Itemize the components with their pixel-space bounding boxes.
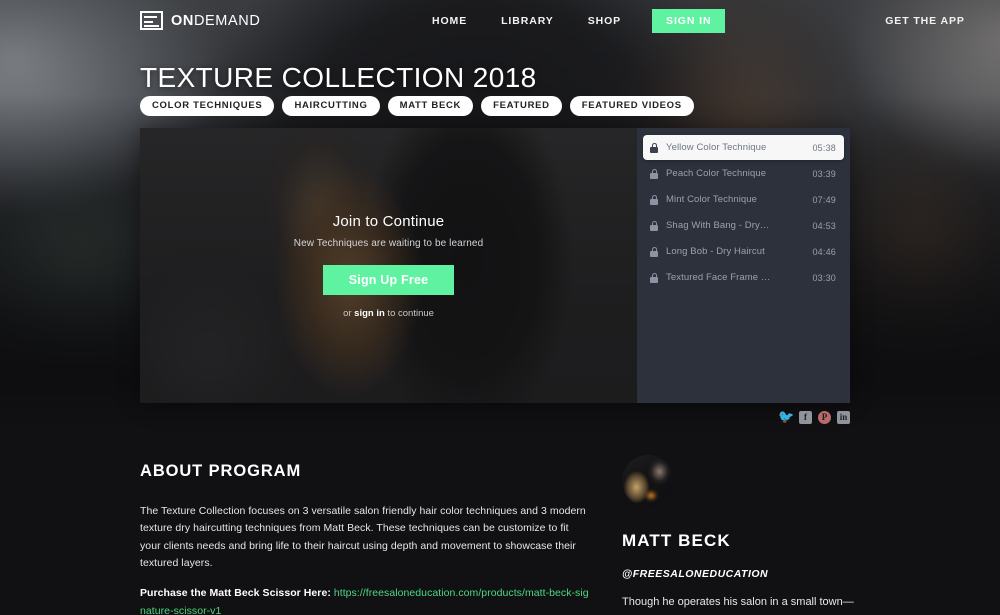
playlist-item-duration: 03:39	[812, 168, 836, 179]
pinterest-icon[interactable]: P	[818, 411, 831, 424]
paywall-title: Join to Continue	[332, 212, 445, 230]
lock-icon	[650, 194, 658, 205]
about-program-block: ABOUT PROGRAM The Texture Collection foc…	[140, 462, 590, 615]
playlist-item[interactable]: Peach Color Technique 03:39	[643, 161, 844, 186]
nav-links: HOME LIBRARY SHOP SIGN IN	[415, 0, 726, 42]
playlist-item-title: Yellow Color Technique	[666, 142, 767, 153]
social-share-bar: 🐦 f P in	[778, 411, 850, 424]
playlist-item-title: Long Bob - Dry Haircut	[666, 246, 765, 257]
playlist-item[interactable]: Mint Color Technique 07:49	[643, 187, 844, 212]
lock-icon	[650, 272, 658, 283]
lock-icon	[650, 220, 658, 231]
fse-logo-icon	[140, 11, 163, 30]
instructor-bio-text: Though he operates his salon in a small …	[622, 596, 854, 615]
tag-list: COLOR TECHNIQUES HAIRCUTTING MATT BECK F…	[140, 96, 694, 116]
playlist-item-title: Mint Color Technique	[666, 194, 758, 205]
content-section: ABOUT PROGRAM The Texture Collection foc…	[0, 430, 1000, 615]
playlist-item-duration: 04:53	[812, 220, 836, 231]
about-paragraph: The Texture Collection focuses on 3 vers…	[140, 505, 586, 569]
tag-haircutting[interactable]: HAIRCUTTING	[282, 96, 380, 116]
instructor-bio-block: MATT BECK @FREESALONEDUCATION Though he …	[622, 455, 872, 615]
playlist-item-duration: 04:46	[812, 246, 836, 257]
playlist-item[interactable]: Shag With Bang - Dry… 04:53	[643, 213, 844, 238]
page-title: TEXTURE COLLECTION 2018	[140, 62, 537, 93]
avatar[interactable]	[622, 455, 674, 507]
about-purchase-line: Purchase the Matt Beck Scissor Here: htt…	[140, 585, 590, 615]
playlist-item-duration: 07:49	[812, 194, 836, 205]
playlist-item-title: Shag With Bang - Dry…	[666, 220, 770, 231]
twitter-icon[interactable]: 🐦	[778, 411, 794, 424]
playlist-item-duration: 03:30	[812, 272, 836, 283]
nav-right-group: GET THE APP	[850, 0, 1000, 42]
nav-item-library[interactable]: LIBRARY	[484, 15, 571, 27]
lock-icon	[650, 168, 658, 179]
playlist-item-duration: 05:38	[812, 142, 836, 153]
facebook-icon[interactable]: f	[799, 411, 812, 424]
logo-text-light: DEMAND	[193, 12, 261, 29]
lock-icon	[650, 246, 658, 257]
tag-matt-beck[interactable]: MATT BECK	[387, 96, 474, 116]
playlist-item[interactable]: Textured Face Frame … 03:30	[643, 265, 844, 290]
get-the-app-link[interactable]: GET THE APP	[885, 15, 965, 27]
tag-featured[interactable]: FEATURED	[481, 96, 562, 116]
video-playlist[interactable]: Yellow Color Technique 05:38 Peach Color…	[637, 128, 850, 403]
playlist-item-title: Textured Face Frame …	[666, 272, 771, 283]
paywall-overlay: Join to Continue New Techniques are wait…	[140, 128, 637, 403]
brand-logo[interactable]: ONDEMAND	[140, 11, 260, 30]
nav-item-shop[interactable]: SHOP	[571, 15, 638, 27]
avatar-image	[622, 455, 674, 507]
instructor-name: MATT BECK	[622, 531, 731, 550]
paywall-footer: or sign in to continue	[343, 308, 434, 319]
purchase-label: Purchase the Matt Beck Scissor Here:	[140, 587, 334, 600]
tag-color-techniques[interactable]: COLOR TECHNIQUES	[140, 96, 275, 116]
brand-logo-text: ONDEMAND	[171, 13, 260, 29]
top-navigation-bar: ONDEMAND HOME LIBRARY SHOP SIGN IN GET T…	[0, 0, 1000, 42]
nav-item-home[interactable]: HOME	[415, 15, 484, 27]
paywall-footer-prefix: or	[343, 307, 355, 319]
paywall-footer-suffix: to continue	[384, 307, 434, 319]
paywall-subtitle: New Techniques are waiting to be learned	[293, 237, 484, 249]
playlist-item-title: Peach Color Technique	[666, 168, 767, 179]
page-root: ONDEMAND HOME LIBRARY SHOP SIGN IN GET T…	[0, 0, 1000, 615]
instructor-handle: @FREESALONEDUCATION	[622, 568, 769, 580]
video-player[interactable]: Join to Continue New Techniques are wait…	[140, 128, 637, 403]
video-player-section: Join to Continue New Techniques are wait…	[140, 128, 850, 403]
sign-up-free-button[interactable]: Sign Up Free	[322, 264, 455, 295]
about-heading: ABOUT PROGRAM	[140, 462, 302, 480]
playlist-item[interactable]: Yellow Color Technique 05:38	[643, 135, 844, 160]
logo-text-bold: ON	[171, 12, 194, 29]
linkedin-icon[interactable]: in	[837, 411, 850, 424]
paywall-sign-in-link[interactable]: sign in	[354, 308, 385, 319]
playlist-item[interactable]: Long Bob - Dry Haircut 04:46	[643, 239, 844, 264]
lock-icon	[650, 142, 658, 153]
sign-in-button[interactable]: SIGN IN	[652, 9, 726, 33]
tag-featured-videos[interactable]: FEATURED VIDEOS	[569, 96, 694, 116]
